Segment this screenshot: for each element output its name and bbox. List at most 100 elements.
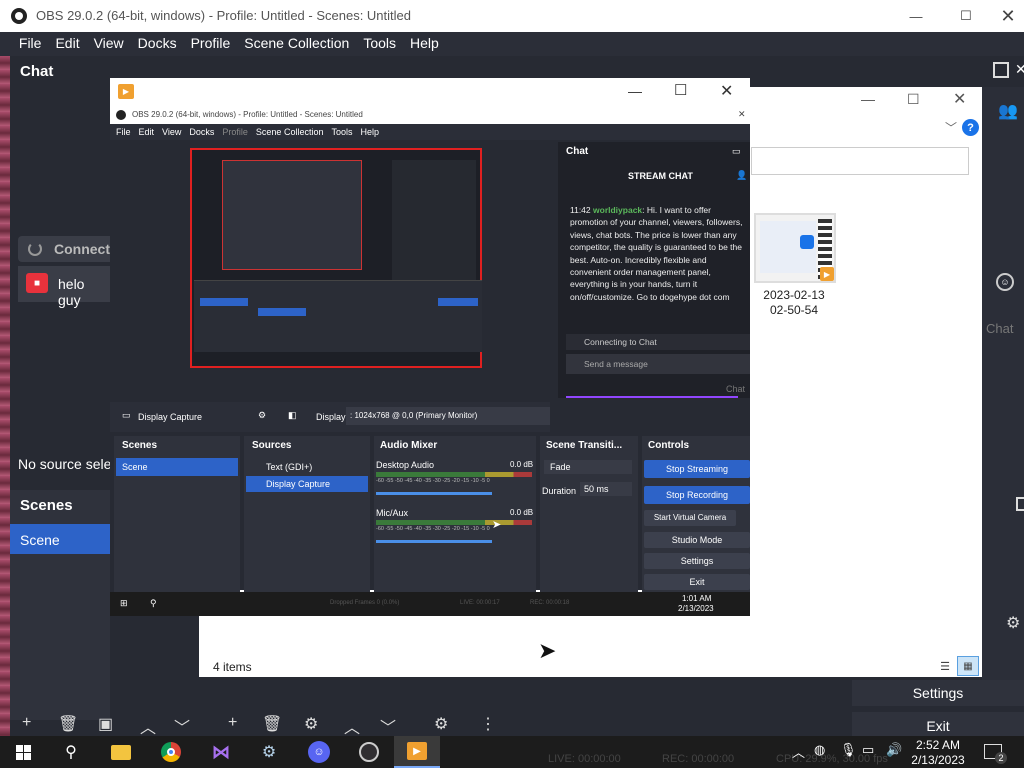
nested-users-icon[interactable]: 👤	[736, 170, 747, 181]
obs-icon[interactable]	[346, 736, 392, 768]
network-icon[interactable]: ▭	[862, 742, 874, 758]
scene-item[interactable]: Scene	[10, 524, 110, 554]
desktop-volume-slider[interactable]	[376, 492, 492, 495]
source-filters-icon[interactable]: ◧	[288, 410, 297, 421]
tray-chevron-up-icon[interactable]: ︿	[792, 742, 805, 761]
video-app-icon: ▶	[118, 84, 134, 99]
close-button[interactable]: ✕	[992, 0, 1024, 32]
chrome-icon[interactable]	[148, 736, 194, 768]
nested-settings-button[interactable]: Settings	[644, 553, 750, 569]
emoji-icon[interactable]: ☺	[996, 273, 1014, 291]
transition-select[interactable]: Fade	[544, 460, 632, 474]
source-name: Display Capture	[138, 412, 203, 422]
source-row-text[interactable]: Text (GDI+)	[266, 462, 312, 472]
add-scene-button[interactable]: +	[22, 714, 31, 732]
users-icon[interactable]: 👥	[998, 101, 1018, 121]
tray-app-icon[interactable]: ◍	[814, 742, 825, 758]
menu-profile[interactable]: Profile	[184, 32, 238, 54]
inner-menu-docks[interactable]: Docks	[189, 127, 214, 137]
trash-icon[interactable]: 🗑	[58, 714, 78, 734]
inner-close-icon[interactable]: ✕	[738, 109, 746, 120]
menu-edit[interactable]: Edit	[48, 32, 86, 54]
send-message-input[interactable]: Send a message	[566, 354, 750, 374]
right-chat-button[interactable]: Chat	[986, 321, 1013, 336]
msg-time: 11:42	[570, 205, 591, 215]
nested-sources-title: Sources	[252, 440, 292, 451]
steam-icon[interactable]: ⚙	[246, 736, 292, 768]
nested-undock-icon[interactable]: ▭	[732, 146, 741, 157]
menu-view[interactable]: View	[87, 32, 131, 54]
nested-scene-item[interactable]: Scene	[116, 458, 238, 476]
move-down-icon[interactable]: ﹀	[174, 714, 190, 738]
notification-icon[interactable]: 2	[984, 744, 1007, 764]
source-properties-icon[interactable]: ⚙	[258, 410, 266, 421]
stop-recording-button[interactable]: Stop Recording	[644, 486, 750, 504]
inner-menu-help[interactable]: Help	[360, 127, 379, 137]
menu-help[interactable]: Help	[403, 32, 446, 54]
undock-icon-2[interactable]	[1016, 497, 1024, 511]
filter-icon[interactable]: ▣	[98, 714, 113, 734]
nested-maximize-button[interactable]: ☐	[674, 81, 687, 99]
move-up-icon[interactable]: ︿	[140, 714, 156, 738]
virtual-camera-button[interactable]: Start Virtual Camera	[644, 510, 736, 526]
duration-input[interactable]: 50 ms	[580, 482, 632, 496]
nested-chat-button[interactable]: Chat	[726, 384, 745, 394]
remove-source-icon[interactable]: 🗑	[262, 714, 282, 734]
settings-button[interactable]: Settings	[852, 680, 1024, 706]
large-icons-view-icon[interactable]: ▦	[957, 656, 979, 676]
gear-icon[interactable]: ⚙	[1006, 613, 1020, 633]
file-explorer-icon[interactable]	[98, 736, 144, 768]
mixer-settings-icon[interactable]: ⚙	[434, 714, 448, 734]
menu-tools[interactable]: Tools	[356, 32, 403, 54]
inner-menu-scene-collection[interactable]: Scene Collection	[256, 127, 324, 137]
inner-menu-view[interactable]: View	[162, 127, 181, 137]
menu-docks[interactable]: Docks	[131, 32, 184, 54]
video-thumbnail[interactable]: ▶	[754, 213, 836, 283]
mic-volume-slider[interactable]	[376, 540, 492, 543]
undock-icon[interactable]	[993, 62, 1009, 78]
source-settings-icon[interactable]: ⚙	[304, 714, 318, 734]
discord-icon[interactable]: ☺	[296, 736, 342, 768]
exit-button[interactable]: Exit	[852, 712, 1024, 736]
clock-time[interactable]: 2:52 AM	[914, 738, 962, 752]
add-source-button[interactable]: +	[228, 714, 237, 732]
details-view-icon[interactable]: ☰	[937, 659, 953, 673]
msg-user[interactable]: worldiypack	[593, 205, 642, 215]
preview-canvas[interactable]	[190, 148, 482, 368]
source-up-icon[interactable]: ︿	[344, 714, 360, 738]
nested-close-button[interactable]: ✕	[720, 81, 733, 101]
menu-file[interactable]: File	[12, 32, 49, 54]
help-icon[interactable]: ?	[962, 119, 979, 136]
minimize-button[interactable]: —	[896, 0, 936, 32]
inner-menu-profile[interactable]: Profile	[222, 127, 248, 137]
maximize-button[interactable]: ☐	[946, 0, 986, 32]
close-dock-icon[interactable]: ✕	[1015, 61, 1024, 78]
start-icon[interactable]	[0, 736, 46, 768]
inner-menu-edit[interactable]: Edit	[139, 127, 155, 137]
microphone-icon[interactable]: 🎙	[840, 742, 857, 758]
clock-date[interactable]: 2/13/2023	[908, 753, 968, 767]
nested-start-icon[interactable]: ⊞	[120, 598, 128, 609]
source-row-display[interactable]: Display Capture	[246, 476, 368, 492]
menu-scene-collection[interactable]: Scene Collection	[237, 32, 356, 54]
search-box[interactable]	[751, 147, 969, 175]
nested-minimize-button[interactable]: —	[628, 83, 642, 99]
mixer-menu-icon[interactable]: ⋮	[480, 714, 496, 734]
inner-menu-tools[interactable]: Tools	[331, 127, 352, 137]
nested-search-icon[interactable]: ⚲	[150, 598, 157, 609]
chevron-down-icon[interactable]: ﹀	[945, 119, 957, 136]
inner-menu-file[interactable]: File	[116, 127, 131, 137]
studio-mode-button[interactable]: Studio Mode	[644, 532, 750, 548]
search-icon[interactable]: ⚲	[48, 736, 94, 768]
display-select[interactable]: : 1024x768 @ 0,0 (Primary Monitor)	[346, 407, 550, 425]
volume-icon[interactable]: 🔊	[886, 742, 902, 758]
stream-chat-label: STREAM CHAT	[628, 171, 693, 181]
nested-exit-button[interactable]: Exit	[644, 574, 750, 590]
explorer-maximize-button[interactable]: ☐	[907, 91, 920, 108]
stop-streaming-button[interactable]: Stop Streaming	[644, 460, 750, 478]
source-down-icon[interactable]: ﹀	[380, 714, 396, 738]
explorer-close-button[interactable]: ✕	[953, 89, 966, 109]
visual-studio-icon[interactable]: ⋈	[198, 736, 244, 768]
explorer-minimize-button[interactable]: —	[861, 91, 875, 107]
video-app-taskbar-icon[interactable]: ▶	[394, 736, 440, 768]
